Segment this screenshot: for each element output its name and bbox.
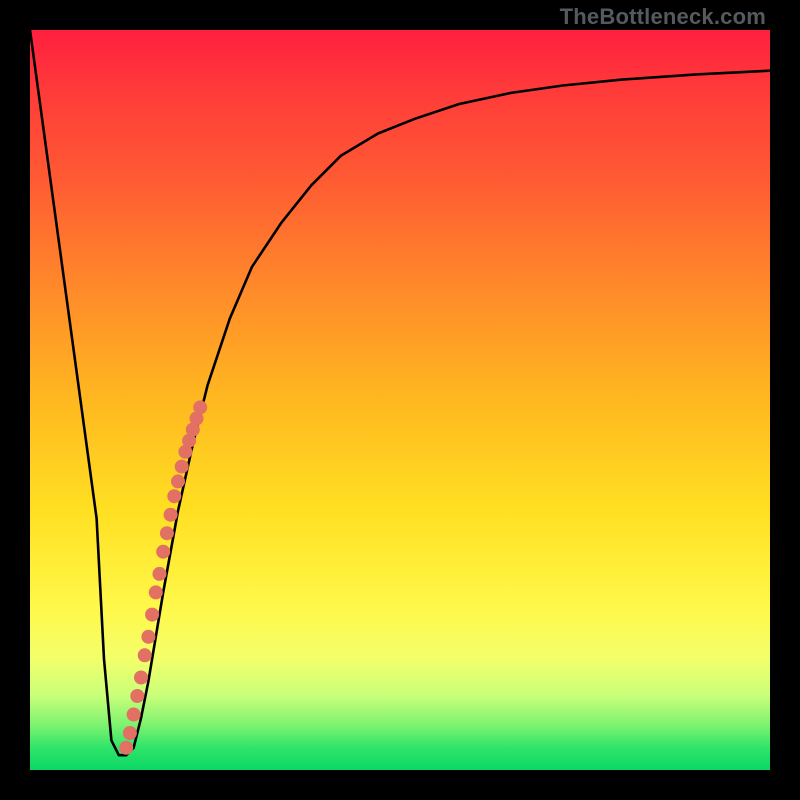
marker-dot <box>160 526 174 540</box>
marker-dot <box>149 585 163 599</box>
marker-dot <box>123 726 137 740</box>
marker-dot <box>138 648 152 662</box>
marker-dot <box>171 474 185 488</box>
marker-dot <box>167 489 181 503</box>
plot-area <box>30 30 770 770</box>
marker-dot <box>127 708 141 722</box>
watermark-label: TheBottleneck.com <box>560 4 766 30</box>
marker-dot <box>164 508 178 522</box>
marker-dot <box>145 608 159 622</box>
chart-svg <box>30 30 770 770</box>
highlight-markers <box>119 400 207 754</box>
marker-dot <box>193 400 207 414</box>
marker-dot <box>156 545 170 559</box>
marker-dot <box>134 671 148 685</box>
marker-dot <box>141 630 155 644</box>
marker-dot <box>153 567 167 581</box>
marker-dot <box>130 689 144 703</box>
chart-frame: TheBottleneck.com <box>0 0 800 800</box>
marker-dot <box>119 741 133 755</box>
marker-dot <box>175 460 189 474</box>
bottleneck-curve <box>30 30 770 755</box>
